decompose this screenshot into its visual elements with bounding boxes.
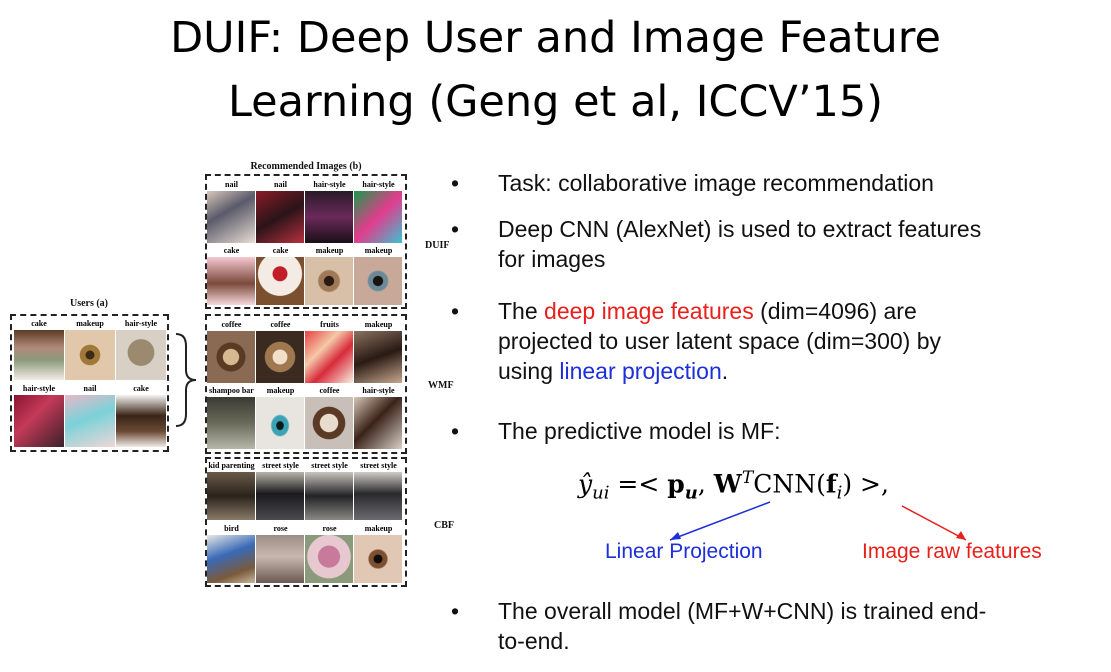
cbf-label: CBF bbox=[434, 520, 454, 531]
cbf-image bbox=[207, 535, 255, 583]
bullet-dot-icon: • bbox=[450, 216, 460, 242]
cbf-image bbox=[354, 535, 402, 583]
wmf-caption: shampoo bar bbox=[209, 386, 254, 395]
duif-image bbox=[207, 257, 255, 305]
bullet-text: The deep image features (dim=4096) are p… bbox=[498, 296, 1098, 386]
wmf-image bbox=[256, 397, 304, 449]
wmf-image bbox=[305, 397, 353, 449]
users-caption: makeup bbox=[76, 319, 104, 328]
cbf-caption: street style bbox=[360, 461, 397, 470]
wmf-label: WMF bbox=[428, 380, 454, 391]
user-image-nail bbox=[65, 395, 115, 447]
duif-caption: cake bbox=[272, 246, 289, 255]
bullet-text: Deep CNN (AlexNet) is used to extract fe… bbox=[498, 214, 1098, 274]
cbf-caption: rose bbox=[273, 524, 288, 533]
image-raw-features-label: Image raw features bbox=[862, 540, 1042, 563]
wmf-caption: coffee bbox=[221, 320, 242, 329]
user-image-cake2 bbox=[116, 395, 166, 447]
bullet-text: The predictive model is MF: bbox=[498, 418, 781, 444]
users-caption: cake bbox=[31, 319, 47, 328]
wmf-caption: fruits bbox=[320, 320, 339, 329]
duif-caption: hair-style bbox=[313, 180, 346, 189]
wmf-image bbox=[354, 397, 402, 449]
cbf-image bbox=[305, 535, 353, 583]
duif-caption: hair-style bbox=[362, 180, 395, 189]
wmf-caption: hair-style bbox=[362, 386, 395, 395]
users-caption: hair-style bbox=[124, 319, 158, 328]
bullet-fragment: (dim=4096) are bbox=[753, 298, 917, 324]
bullet-text: Task: collaborative image recommendation bbox=[498, 170, 934, 196]
bullet-line: to-end. bbox=[498, 628, 570, 654]
cbf-image bbox=[305, 472, 353, 520]
users-caption: cake bbox=[133, 384, 149, 393]
cbf-caption: rose bbox=[322, 524, 337, 533]
users-caption: hair-style bbox=[22, 384, 56, 393]
duif-caption: cake bbox=[223, 246, 240, 255]
cbf-image bbox=[354, 472, 402, 520]
user-image-makeup bbox=[65, 330, 115, 380]
duif-image bbox=[305, 257, 353, 305]
wmf-image bbox=[305, 331, 353, 383]
bullet-line: Deep CNN (AlexNet) is used to extract fe… bbox=[498, 216, 982, 242]
duif-caption: nail bbox=[274, 180, 287, 189]
brace-icon bbox=[175, 333, 197, 427]
cbf-caption: bird bbox=[224, 524, 239, 533]
duif-image bbox=[354, 191, 402, 243]
bullet-fragment: . bbox=[721, 358, 729, 384]
bullet-dot-icon: • bbox=[450, 418, 460, 444]
user-image-cake bbox=[14, 330, 64, 380]
linear-projection-highlight: linear projection bbox=[559, 358, 722, 384]
deep-image-features-highlight: deep image features bbox=[544, 298, 754, 324]
wmf-image bbox=[207, 397, 255, 449]
wmf-image bbox=[354, 331, 402, 383]
users-label: Users (a) bbox=[69, 298, 109, 309]
cbf-image bbox=[207, 472, 255, 520]
linear-projection-label: Linear Projection bbox=[605, 540, 763, 563]
cbf-caption: street style bbox=[311, 461, 348, 470]
bullet-line: The overall model (MF+W+CNN) is trained … bbox=[498, 598, 987, 624]
bullet-line: for images bbox=[498, 246, 606, 272]
duif-image bbox=[256, 257, 304, 305]
duif-caption: makeup bbox=[364, 246, 393, 255]
user-image-hair bbox=[116, 330, 166, 380]
duif-label: DUIF bbox=[425, 240, 450, 251]
bullet-fragment: The bbox=[498, 298, 545, 324]
duif-caption: makeup bbox=[315, 246, 344, 255]
user-image-hairstyle bbox=[14, 395, 64, 447]
users-caption: nail bbox=[83, 384, 97, 393]
title-line-2: Learning (Geng et al, ICCV’15) bbox=[227, 77, 884, 127]
cbf-image bbox=[256, 472, 304, 520]
wmf-caption: makeup bbox=[364, 320, 393, 329]
duif-image bbox=[354, 257, 402, 305]
recommended-label: Recommended Images (b) bbox=[250, 161, 362, 172]
bullet-line: projected to user latent space (dim=300)… bbox=[498, 328, 941, 354]
duif-caption: nail bbox=[225, 180, 238, 189]
bullet-dot-icon: • bbox=[450, 298, 460, 324]
cbf-caption: makeup bbox=[364, 524, 393, 533]
wmf-image bbox=[207, 331, 255, 383]
cbf-image bbox=[256, 535, 304, 583]
cbf-caption: street style bbox=[262, 461, 299, 470]
title-line-1: DUIF: Deep User and Image Feature bbox=[170, 13, 941, 63]
bullet-dot-icon: • bbox=[450, 598, 460, 624]
wmf-caption: makeup bbox=[266, 386, 295, 395]
wmf-caption: coffee bbox=[319, 386, 340, 395]
duif-image bbox=[207, 191, 255, 243]
bullet-dot-icon: • bbox=[450, 170, 460, 196]
bullet-text: The overall model (MF+W+CNN) is trained … bbox=[498, 596, 1098, 656]
slide-title: DUIF: Deep User and Image Feature Learni… bbox=[0, 6, 1111, 134]
wmf-caption: coffee bbox=[270, 320, 291, 329]
bullet-fragment: using bbox=[498, 358, 560, 384]
wmf-image bbox=[256, 331, 304, 383]
duif-image bbox=[305, 191, 353, 243]
duif-image bbox=[256, 191, 304, 243]
cbf-caption: kid parenting bbox=[208, 461, 255, 470]
